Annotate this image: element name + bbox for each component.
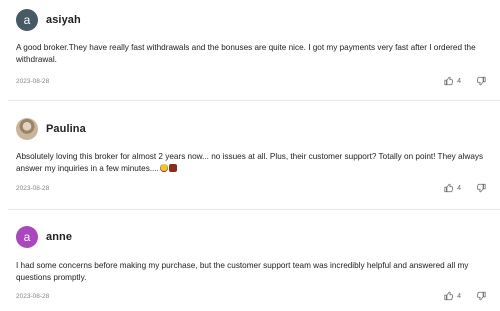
thumbs-up-icon[interactable] bbox=[444, 291, 454, 301]
review-date: 2023-08-28 bbox=[16, 78, 50, 85]
review-header: Paulina bbox=[16, 118, 86, 140]
avatar: a bbox=[16, 9, 38, 31]
like-count: 4 bbox=[457, 184, 461, 192]
review-date: 2023-08-28 bbox=[16, 293, 50, 300]
divider bbox=[8, 209, 500, 210]
review-text: I had some concerns before making my pur… bbox=[16, 261, 469, 282]
review-actions: 4 bbox=[444, 76, 486, 86]
review-text-body: Absolutely loving this broker for almost… bbox=[16, 152, 484, 173]
thumbs-down-icon[interactable] bbox=[476, 76, 486, 86]
avatar bbox=[16, 118, 38, 140]
thumbs-up-icon[interactable] bbox=[444, 76, 454, 86]
review-date: 2023-08-28 bbox=[16, 185, 50, 192]
face-emoji bbox=[159, 164, 168, 172]
review-header: a asiyah bbox=[16, 9, 81, 31]
gift-emoji bbox=[168, 164, 177, 172]
review-author: Paulina bbox=[46, 123, 86, 135]
review-actions: 4 bbox=[444, 291, 486, 301]
like-count: 4 bbox=[457, 77, 461, 85]
thumbs-up-icon[interactable] bbox=[444, 183, 454, 193]
review-text: A good broker.They have really fast with… bbox=[16, 43, 476, 64]
divider bbox=[8, 100, 500, 101]
review-header: a anne bbox=[16, 226, 72, 248]
review-author: anne bbox=[46, 231, 73, 243]
review-actions: 4 bbox=[444, 183, 486, 193]
thumbs-down-icon[interactable] bbox=[476, 291, 486, 301]
review-author: asiyah bbox=[46, 14, 81, 26]
avatar: a bbox=[16, 226, 38, 248]
review-text: Absolutely loving this broker for almost… bbox=[16, 151, 484, 175]
thumbs-down-icon[interactable] bbox=[476, 183, 486, 193]
like-count: 4 bbox=[457, 292, 461, 300]
